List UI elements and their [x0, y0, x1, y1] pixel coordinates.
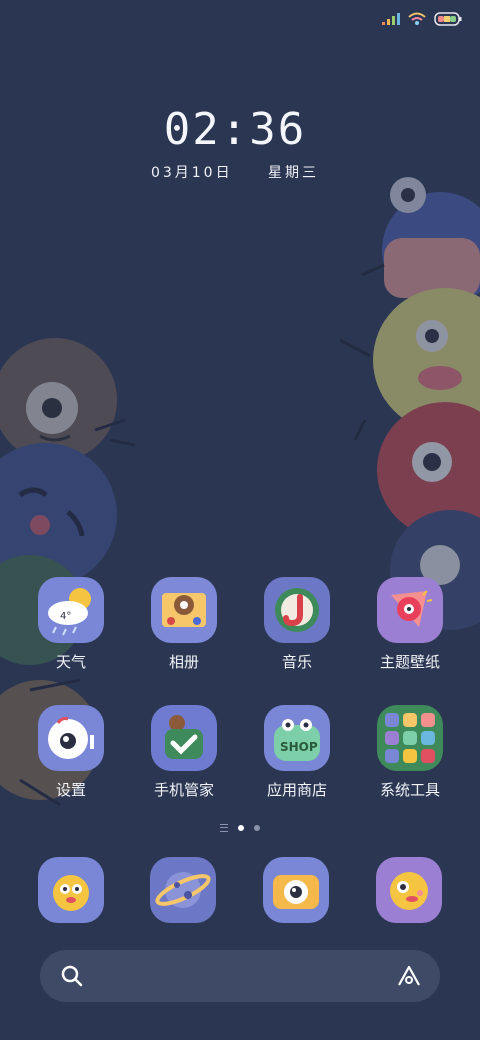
svg-text:SHOP: SHOP — [280, 740, 318, 754]
dock-browser[interactable] — [150, 857, 216, 923]
app-weather[interactable]: 4° 天气 — [19, 577, 123, 672]
dock-phone[interactable] — [38, 857, 104, 923]
phone-icon — [53, 875, 89, 911]
weekday-label: 星期三 — [268, 165, 320, 181]
page-menu-icon[interactable] — [220, 824, 228, 832]
messages-icon — [390, 872, 428, 910]
page-dot[interactable] — [254, 825, 260, 831]
app-gallery[interactable]: 相册 — [132, 577, 236, 672]
music-icon — [264, 577, 330, 643]
app-label: 主题壁纸 — [379, 653, 440, 671]
date-label: 03月10日 — [150, 165, 233, 181]
clock-date[interactable]: 03月10日 星期三 — [0, 162, 470, 182]
battery-icon — [434, 12, 462, 26]
app-label: 音乐 — [281, 653, 312, 671]
app-settings[interactable]: 设置 — [19, 705, 123, 800]
status-bar — [382, 12, 462, 26]
app-phone-manager[interactable]: 手机管家 — [132, 705, 236, 800]
app-label: 系统工具 — [379, 781, 440, 799]
clock-time[interactable]: 02:36 — [0, 104, 470, 155]
tools-folder-icon — [377, 705, 443, 771]
security-icon — [151, 705, 217, 771]
app-music[interactable]: 音乐 — [245, 577, 349, 672]
search-icon[interactable] — [60, 964, 84, 988]
search-bar[interactable] — [40, 950, 440, 1002]
app-store-icon: SHOP — [264, 705, 330, 771]
app-label: 手机管家 — [153, 781, 214, 799]
svg-text:4°: 4° — [60, 611, 71, 622]
assistant-icon[interactable] — [396, 964, 422, 988]
page-indicator[interactable] — [0, 824, 480, 832]
app-store[interactable]: SHOP 应用商店 — [245, 705, 349, 800]
page-dot-current[interactable] — [238, 825, 244, 831]
camera-icon — [273, 875, 319, 909]
weather-icon: 4° — [38, 577, 104, 643]
folder-system-tools[interactable]: 系统工具 — [358, 705, 462, 800]
app-label: 天气 — [55, 653, 86, 671]
settings-icon — [38, 705, 104, 771]
signal-icon — [382, 13, 400, 25]
gallery-icon — [151, 577, 217, 643]
app-label: 相册 — [168, 653, 199, 671]
dock-messages[interactable] — [376, 857, 442, 923]
app-theme[interactable]: 主题壁纸 — [358, 577, 462, 672]
dock-camera[interactable] — [263, 857, 329, 923]
app-label: 设置 — [55, 781, 86, 799]
browser-icon — [155, 872, 211, 908]
wifi-icon — [408, 12, 426, 25]
theme-icon — [377, 577, 443, 643]
app-label: 应用商店 — [266, 781, 327, 799]
